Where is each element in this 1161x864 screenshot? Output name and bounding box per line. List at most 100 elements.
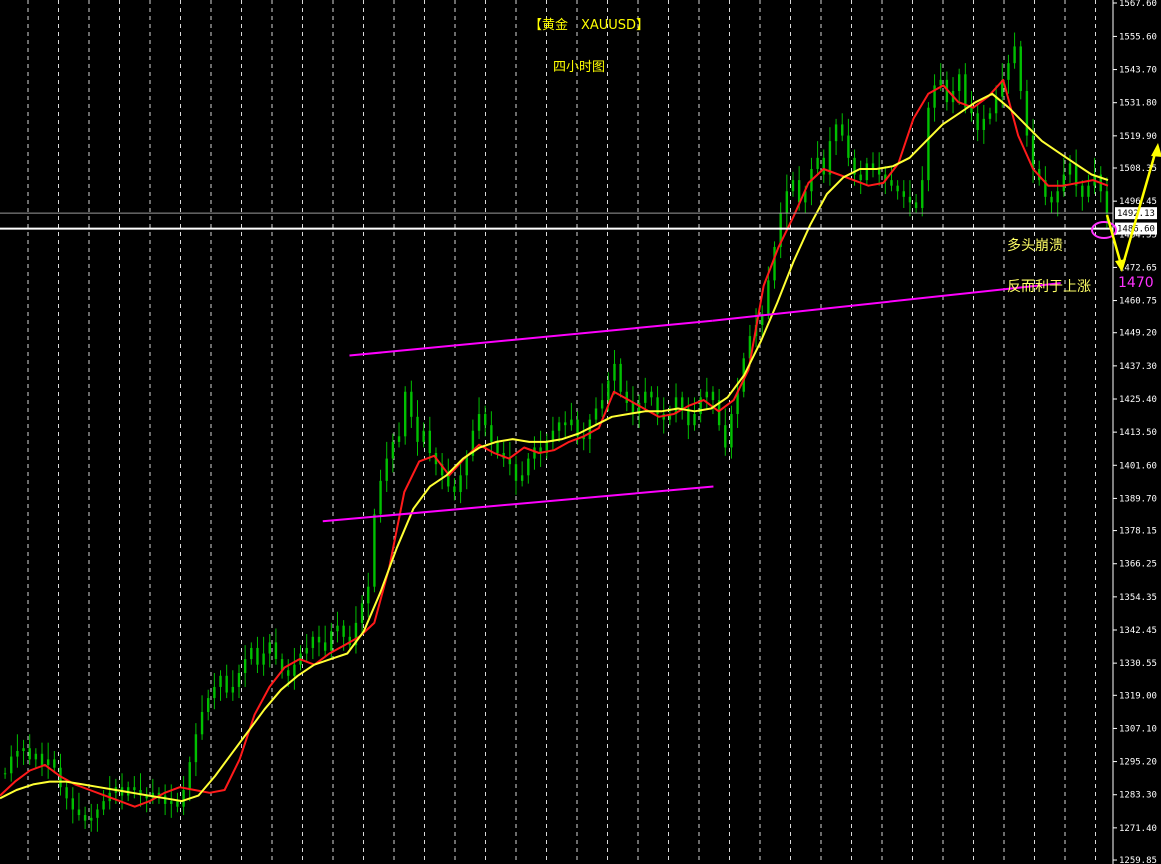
candle-body	[200, 712, 204, 735]
price-tick-label: 1342.45	[1119, 626, 1157, 636]
price-tick-label: 1555.60	[1119, 32, 1157, 42]
candle-body	[243, 659, 247, 674]
candle-body	[1068, 163, 1072, 175]
candle-body	[1081, 185, 1084, 197]
candle-body	[1050, 196, 1053, 203]
candle-body	[834, 124, 838, 142]
candle-body	[594, 408, 598, 420]
candle-body	[207, 698, 210, 713]
price-tick-label: 1271.40	[1119, 824, 1157, 834]
candle-body	[34, 753, 38, 760]
candle-body	[90, 817, 93, 821]
candle-body	[982, 118, 986, 130]
candle-body	[1087, 185, 1090, 197]
candle-body	[305, 647, 308, 654]
candle-body	[416, 416, 419, 442]
candle-body	[1105, 191, 1109, 214]
candle-body	[1056, 191, 1059, 203]
candle-body	[477, 414, 481, 431]
candle-body	[600, 400, 604, 409]
price-tick-label: 1496.45	[1119, 197, 1157, 207]
price-tick-label: 1484.55	[1119, 230, 1157, 240]
candle-body	[385, 458, 388, 481]
candle-body	[908, 196, 912, 203]
candle-body	[841, 124, 844, 136]
candle-body	[262, 653, 265, 665]
gold-4h-chart: 1492.131486.60 1567.601555.601543.701531…	[0, 0, 1161, 864]
candle-body	[176, 801, 179, 807]
candle-body	[520, 475, 524, 481]
price-tick-label: 1413.50	[1119, 428, 1157, 438]
candle-body	[188, 762, 191, 790]
candle-body	[311, 636, 315, 648]
candle-body	[133, 787, 136, 790]
candle-body	[287, 670, 290, 676]
price-tick-label: 1354.35	[1119, 593, 1157, 603]
candle-body	[557, 422, 561, 431]
candle-body	[699, 397, 702, 415]
candle-body	[237, 673, 241, 687]
candle-body	[83, 815, 87, 821]
candle-body	[865, 163, 869, 181]
candle-body	[847, 135, 850, 158]
candle-body	[785, 191, 789, 214]
price-tick-label: 1389.70	[1119, 494, 1157, 504]
candle-body	[28, 748, 31, 760]
candle-body	[890, 180, 893, 186]
candle-body	[317, 636, 321, 643]
candle-body	[927, 107, 930, 181]
candle-body	[533, 447, 536, 459]
candle-body	[231, 686, 235, 693]
target-price-label: 1470	[1118, 275, 1154, 291]
candle-body	[397, 436, 401, 442]
candle-body	[293, 664, 296, 676]
candle-body	[613, 363, 616, 381]
candle-body	[767, 280, 770, 314]
candle-body	[465, 455, 468, 476]
candle-body	[607, 380, 610, 401]
candle-body	[773, 246, 776, 281]
candle-body	[10, 756, 13, 774]
price-tick-label: 1283.30	[1119, 791, 1157, 801]
candle-body	[330, 631, 333, 651]
candle-body	[459, 475, 462, 493]
candle-body	[514, 464, 518, 481]
candle-body	[791, 180, 795, 192]
candle-body	[182, 789, 185, 807]
price-tick-label: 1307.10	[1119, 724, 1157, 734]
candle-body	[914, 202, 918, 208]
price-tick-label: 1378.15	[1119, 527, 1157, 537]
candle-body	[828, 141, 832, 175]
candle-body	[379, 480, 382, 515]
candle-body	[619, 363, 622, 392]
candle-body	[342, 625, 345, 637]
candle-body	[403, 391, 407, 437]
candle-body	[1019, 46, 1022, 91]
candle-body	[213, 686, 216, 699]
candle-body	[730, 414, 733, 448]
rise-annotation: 反而利于上涨	[1007, 279, 1091, 295]
candle-body	[170, 801, 173, 804]
candle-body	[988, 113, 992, 119]
candle-body	[1013, 46, 1016, 64]
price-tick-label: 1330.55	[1119, 659, 1157, 669]
price-tick-label: 1319.00	[1119, 691, 1157, 701]
candle-body	[268, 642, 271, 654]
candle-body	[1007, 63, 1010, 80]
price-tick-label: 1401.60	[1119, 461, 1157, 471]
candle-body	[46, 759, 50, 765]
candle-body	[16, 751, 19, 757]
candle-body	[250, 647, 253, 660]
candle-body	[970, 107, 973, 114]
candle-body	[194, 734, 198, 763]
candle-body	[964, 74, 967, 108]
candle-body	[428, 430, 432, 454]
candle-body	[564, 422, 567, 426]
candle-body	[822, 157, 825, 175]
candle-body	[225, 675, 228, 693]
candle-body	[3, 773, 7, 775]
candle-body	[163, 795, 167, 804]
candle-body	[65, 787, 68, 799]
candle-body	[484, 414, 487, 426]
candle-body	[1025, 91, 1029, 136]
